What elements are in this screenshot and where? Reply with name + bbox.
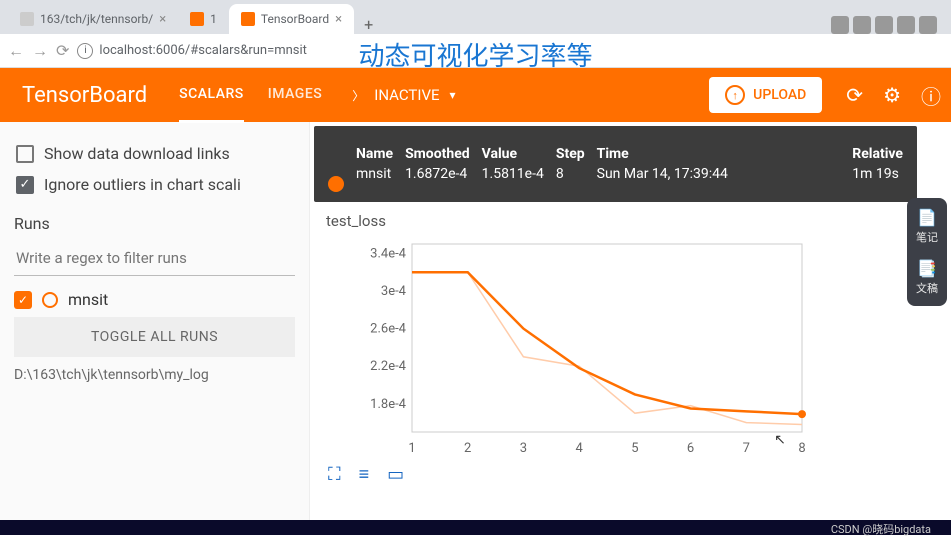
browser-tab[interactable]: 1 [178,4,229,34]
line-chart[interactable]: 3.4e-4 3e-4 2.6e-4 2.2e-4 1.8e-4 1 2 3 4 5 6 7 8 ↖ [352,236,939,456]
chart-panel: test_loss Name mnsit Smoothed 1.6872e-4 Va… [310,122,951,520]
toggle-all-runs-button[interactable]: TOGGLE ALL RUNS [14,317,295,357]
svg-text:6: 6 [687,441,694,456]
option-label: Ignore outliers in chart scali [44,175,241,194]
ext-icon[interactable] [875,16,893,34]
svg-text:7: 7 [743,441,750,456]
tooltip-header: Name [356,146,393,162]
checkbox-checked-icon[interactable]: ✓ [16,176,34,194]
axis-toggle-icon[interactable]: ≡ [359,464,370,485]
svg-text:3.4e-4: 3.4e-4 [370,246,407,261]
watermark: CSDN @晓码bigdata [0,520,951,535]
favicon-icon [241,12,255,26]
svg-text:1.8e-4: 1.8e-4 [370,397,407,412]
svg-text:2.6e-4: 2.6e-4 [370,322,407,337]
run-color-dot-icon [328,176,344,192]
app-logo: TensorBoard [0,83,169,108]
ext-icon[interactable] [897,16,915,34]
tooltip-header: Value [482,146,544,162]
option-label: Show data download links [44,144,230,163]
option-ignore-outliers[interactable]: ✓ Ignore outliers in chart scali [14,169,295,200]
tab-images[interactable]: IMAGES [268,68,322,123]
svg-text:3: 3 [520,441,527,456]
svg-text:8: 8 [798,441,805,456]
run-item[interactable]: ✓ mnsit [14,290,295,309]
chevron-right-icon: 〉 [352,87,364,104]
tab-title: 1 [210,12,217,26]
run-color-icon [42,292,58,308]
docs-button[interactable]: 📑文稿 [916,259,938,296]
side-float-widget: 📄笔记 📑文稿 [907,198,947,306]
checkbox-icon[interactable] [16,145,34,163]
tooltip-value: 8 [556,166,585,182]
favicon-icon [190,12,204,26]
upload-icon: ↑ [725,85,745,105]
tooltip-header: Relative [852,146,903,162]
runs-header: Runs [14,214,295,233]
reload-icon[interactable]: ⟳ [56,41,69,60]
url-text: localhost:6006/#scalars&run=mnsit [99,43,307,58]
svg-text:1: 1 [408,441,415,456]
dropdown-label: INACTIVE [374,86,439,104]
refresh-icon[interactable]: ⟳ [846,83,863,107]
browser-tab[interactable]: 163/tch/jk/tennsorb/ × [8,4,178,34]
upload-label: UPLOAD [753,87,806,103]
caption-overlay: 动态可视化学习率等 [358,36,592,73]
svg-text:5: 5 [631,441,638,456]
ext-icon[interactable] [919,16,937,34]
browser-ext-icons [831,16,943,34]
chevron-down-icon: ▾ [450,88,456,102]
tooltip-value: 1m 19s [852,166,903,182]
option-download-links[interactable]: Show data download links [14,138,295,169]
inactive-dropdown[interactable]: 〉 INACTIVE ▾ [352,86,455,104]
tooltip-header: Time [597,146,728,162]
tooltip-value: mnsit [356,166,393,182]
svg-text:2.2e-4: 2.2e-4 [370,359,407,374]
upload-button[interactable]: ↑ UPLOAD [709,77,822,113]
chart-title: test_loss [322,212,939,230]
forward-icon[interactable]: → [32,41,48,61]
ext-icon[interactable] [853,16,871,34]
url-box[interactable]: i localhost:6006/#scalars&run=mnsit [77,43,307,59]
tooltip-header: Step [556,146,585,162]
svg-text:3e-4: 3e-4 [381,284,407,299]
chart-toolbar: ⛶ ≡ ▭ [328,464,939,485]
runs-filter-input[interactable] [14,241,295,276]
run-checkbox-icon[interactable]: ✓ [14,291,32,309]
fullscreen-icon[interactable]: ⛶ [328,464,341,485]
tab-scalars[interactable]: SCALARS [179,68,244,123]
app-header: TensorBoard SCALARS IMAGES 〉 INACTIVE ▾ … [0,68,951,122]
browser-tab-strip: 163/tch/jk/tennsorb/ × 1 TensorBoard × + [0,0,951,34]
back-icon[interactable]: ← [8,41,24,61]
tooltip-header: Smoothed [405,146,470,162]
svg-text:4: 4 [575,441,583,456]
browser-tab-active[interactable]: TensorBoard × [229,4,354,34]
docs-icon: 📑 [916,259,938,278]
svg-text:2: 2 [464,441,471,456]
sidebar: Show data download links ✓ Ignore outlie… [0,122,310,520]
tab-title: 163/tch/jk/tennsorb/ [40,12,153,26]
tooltip-header [328,136,344,152]
close-icon[interactable]: × [159,12,166,27]
svg-text:↖: ↖ [774,432,786,448]
address-bar: ← → ⟳ i localhost:6006/#scalars&run=mnsi… [0,34,951,68]
ext-icon[interactable] [831,16,849,34]
close-icon[interactable]: × [335,12,342,27]
logdir-path: D:\163\tch\jk\tennsorb\my_log [14,367,295,383]
gear-icon[interactable]: ⚙ [883,83,901,107]
chart-tooltip: Name mnsit Smoothed 1.6872e-4 Value 1.5811e… [314,126,917,202]
tooltip-value: Sun Mar 14, 17:39:44 [597,166,728,182]
help-icon[interactable]: ⓘ [921,81,941,110]
new-tab-button[interactable]: + [354,15,383,34]
tooltip-value: 1.5811e-4 [482,166,544,182]
tooltip-value: 1.6872e-4 [405,166,470,182]
site-info-icon[interactable]: i [77,43,93,59]
fit-domain-icon[interactable]: ▭ [387,464,404,485]
tab-title: TensorBoard [261,12,329,26]
favicon-icon [20,12,34,26]
notes-icon: 📄 [916,208,938,227]
run-name: mnsit [68,290,108,309]
notes-button[interactable]: 📄笔记 [916,208,938,245]
